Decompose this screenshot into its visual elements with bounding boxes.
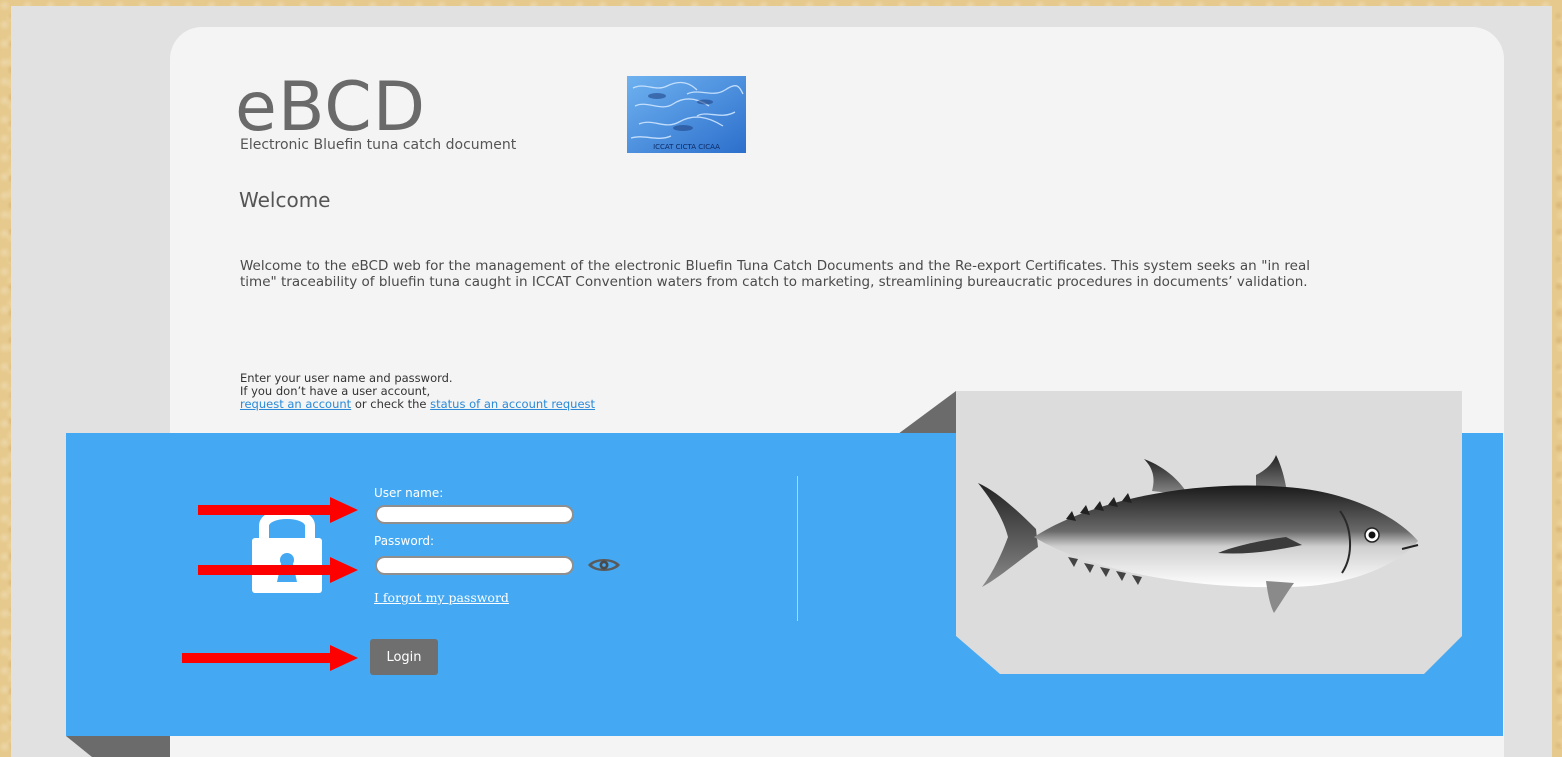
instructions-middle-text: or check the	[351, 397, 431, 411]
login-instructions: Enter your user name and password. If yo…	[240, 372, 595, 411]
instructions-line-3: request an account or check the status o…	[240, 398, 595, 411]
eye-icon[interactable]	[586, 556, 622, 574]
username-label: User name:	[374, 486, 444, 500]
iccat-logo: ICCAT CICTA CICAA	[627, 76, 746, 153]
login-button[interactable]: Login	[370, 639, 438, 675]
account-status-link[interactable]: status of an account request	[430, 397, 595, 411]
username-input[interactable]	[375, 505, 574, 524]
password-label: Password:	[374, 534, 435, 548]
fold-shadow-bottom	[66, 736, 170, 757]
arrow-right-icon	[198, 557, 358, 583]
app-subtitle: Electronic Bluefin tuna catch document	[240, 137, 517, 153]
arrow-right-icon	[182, 645, 358, 671]
fold-shadow-top	[898, 391, 956, 434]
logo-text: ICCAT CICTA CICAA	[653, 143, 720, 151]
welcome-heading: Welcome	[239, 188, 331, 212]
request-account-link[interactable]: request an account	[240, 397, 351, 411]
arrow-right-icon	[198, 497, 358, 523]
forgot-password-link[interactable]: I forgot my password	[374, 590, 509, 605]
band-divider	[797, 476, 798, 621]
app-title: eBCD	[235, 68, 427, 147]
password-input[interactable]	[375, 556, 574, 575]
welcome-intro: Welcome to the eBCD web for the manageme…	[240, 258, 1310, 290]
bluefin-tuna-image	[956, 391, 1462, 674]
